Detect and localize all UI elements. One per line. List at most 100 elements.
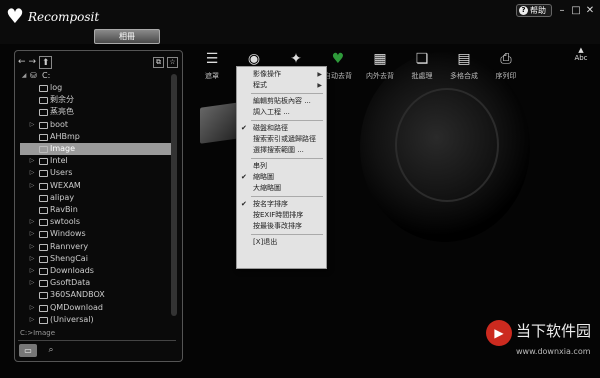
tree-item[interactable]: ▷ Rannvery: [20, 241, 176, 253]
tree-item[interactable]: ▷ (Universal): [20, 314, 176, 326]
tree-item-label: QMDownload: [50, 302, 103, 312]
tree-item[interactable]: ▷ Windows: [20, 228, 176, 240]
forward-icon[interactable]: →: [29, 56, 37, 68]
close-button[interactable]: ✕: [584, 5, 596, 16]
expand-icon[interactable]: ▷: [28, 265, 36, 277]
check-icon: ✔: [241, 124, 247, 132]
toolbar-button[interactable]: ▦ 内外去背: [358, 50, 402, 81]
expand-icon[interactable]: ▷: [28, 155, 36, 167]
expand-icon[interactable]: ▷: [28, 241, 36, 253]
expand-icon[interactable]: ▷: [28, 119, 36, 131]
expand-icon[interactable]: ▷: [28, 302, 36, 314]
tree-item[interactable]: ▷ Downloads: [20, 265, 176, 277]
menu-item-label: 搜索索引或遞歸路徑: [253, 135, 316, 143]
new-window-icon[interactable]: ⧉: [153, 57, 164, 68]
tree-item-label: Users: [50, 168, 73, 178]
folder-icon: [39, 304, 48, 312]
help-label: 帮助: [530, 6, 546, 15]
tree-scrollbar[interactable]: [171, 74, 177, 316]
tree-item[interactable]: ▷ swtools: [20, 216, 176, 228]
expand-icon[interactable]: ▷: [28, 228, 36, 240]
menu-item[interactable]: 搜索索引或遞歸路徑: [237, 134, 326, 145]
tree-item[interactable]: 360SANDBOX: [20, 289, 176, 301]
app-title: Recomposit: [28, 10, 100, 24]
tree-item-label: log: [50, 83, 63, 92]
expand-icon[interactable]: ▷: [28, 216, 36, 228]
toolbar-label: 内外去背: [366, 72, 394, 80]
folder-icon: [39, 182, 48, 190]
expand-icon[interactable]: ▷: [28, 180, 36, 192]
menu-item[interactable]: 按最後事改排序: [237, 221, 326, 232]
tree-item[interactable]: 剩余分: [20, 94, 176, 106]
folder-icon: [39, 316, 48, 324]
expand-icon[interactable]: ▷: [28, 253, 36, 265]
folder-icon: [39, 170, 48, 178]
favorite-icon[interactable]: ☆: [167, 57, 178, 68]
document-list-icon: ☰: [205, 51, 219, 67]
toolbar-button[interactable]: ☰ 遮罩: [190, 50, 234, 81]
album-mode-button[interactable]: 相冊: [94, 29, 160, 44]
folder-icon: [39, 158, 48, 166]
sort-abc-button[interactable]: ▲ Abc: [571, 46, 591, 62]
folder-icon: [39, 255, 48, 263]
back-icon[interactable]: ←: [18, 56, 26, 68]
tree-item[interactable]: 蒸亮色: [20, 106, 176, 118]
tree-item[interactable]: ▷ ShengCai: [20, 253, 176, 265]
tree-item[interactable]: ▷ WEXAM: [20, 180, 176, 192]
toolbar-button[interactable]: ⎙ 序列印: [484, 50, 528, 81]
menu-item[interactable]: 編輯剪貼板內容 ...: [237, 96, 326, 107]
toolbar-button[interactable]: ❏ 批處理: [400, 50, 444, 81]
menu-item[interactable]: ✔ 按名字排序: [237, 199, 326, 210]
tree-item-label: swtools: [50, 217, 81, 227]
menu-item[interactable]: 串列: [237, 161, 326, 172]
menu-item[interactable]: 影像操作 ▶: [237, 69, 326, 80]
menu-item-label: 影像操作: [253, 70, 281, 78]
help-button[interactable]: ? 帮助: [516, 4, 552, 17]
tree-item[interactable]: log: [20, 82, 176, 94]
folder-icon: [39, 231, 48, 239]
folder-icon: [39, 146, 48, 153]
expand-icon[interactable]: ▷: [28, 314, 36, 326]
search-tab-icon[interactable]: ⌕: [44, 344, 58, 357]
menu-item-label: 按最後事改排序: [253, 222, 302, 230]
menu-item[interactable]: 按EXIF時間排序: [237, 210, 326, 221]
maximize-button[interactable]: □: [570, 5, 582, 16]
folder-icon: [39, 219, 48, 227]
menu-item[interactable]: ✔ 磁盤和路徑: [237, 123, 326, 134]
menu-item[interactable]: 大縮略圖: [237, 183, 326, 194]
tree-root[interactable]: ◢ ⛁ C:: [20, 70, 176, 82]
menu-item[interactable]: 程式 ▶: [237, 80, 326, 91]
tree-item[interactable]: ▷ Users: [20, 167, 176, 179]
tree-item[interactable]: alipay: [20, 192, 176, 204]
expand-icon[interactable]: ▷: [28, 167, 36, 179]
tree-item[interactable]: AHBmp: [20, 131, 176, 143]
toolbar-button[interactable]: ▤ 多格合成: [442, 50, 486, 81]
folder-tab-icon[interactable]: ▭: [19, 344, 37, 357]
up-folder-icon[interactable]: ⬆: [39, 56, 53, 69]
menu-item[interactable]: 選擇搜索範圍 ...: [237, 145, 326, 156]
menu-item[interactable]: [X]退出: [237, 237, 326, 248]
tree-item[interactable]: ▷ boot: [20, 119, 176, 131]
batch-icon: ❏: [415, 51, 429, 67]
minimize-button[interactable]: –: [556, 5, 568, 16]
collapse-icon[interactable]: ◢: [20, 70, 28, 82]
toolbar-label: 遮罩: [205, 72, 219, 80]
tree-item[interactable]: RavBin: [20, 204, 176, 216]
submenu-arrow-icon: ▶: [317, 82, 322, 89]
tree-item[interactable]: Image: [20, 143, 176, 155]
menu-item-label: 程式: [253, 81, 267, 89]
menu-item-label: 大縮略圖: [253, 184, 281, 192]
tree-item-label: RavBin: [50, 205, 78, 214]
menu-item[interactable]: ✔ 縮略圖: [237, 172, 326, 183]
lens-ring: [395, 88, 499, 202]
tree-item[interactable]: ▷ GsoftData: [20, 277, 176, 289]
tree-item-label: Intel: [50, 156, 68, 166]
folder-icon: [39, 109, 48, 117]
folder-icon: [39, 133, 48, 141]
folder-thumbnail: [200, 102, 240, 144]
menu-item[interactable]: 調入工程 ...: [237, 107, 326, 118]
menu-item-label: 按EXIF時間排序: [253, 211, 304, 219]
expand-icon[interactable]: ▷: [28, 277, 36, 289]
tree-item[interactable]: ▷ Intel: [20, 155, 176, 167]
tree-item[interactable]: ▷ QMDownload: [20, 302, 176, 314]
